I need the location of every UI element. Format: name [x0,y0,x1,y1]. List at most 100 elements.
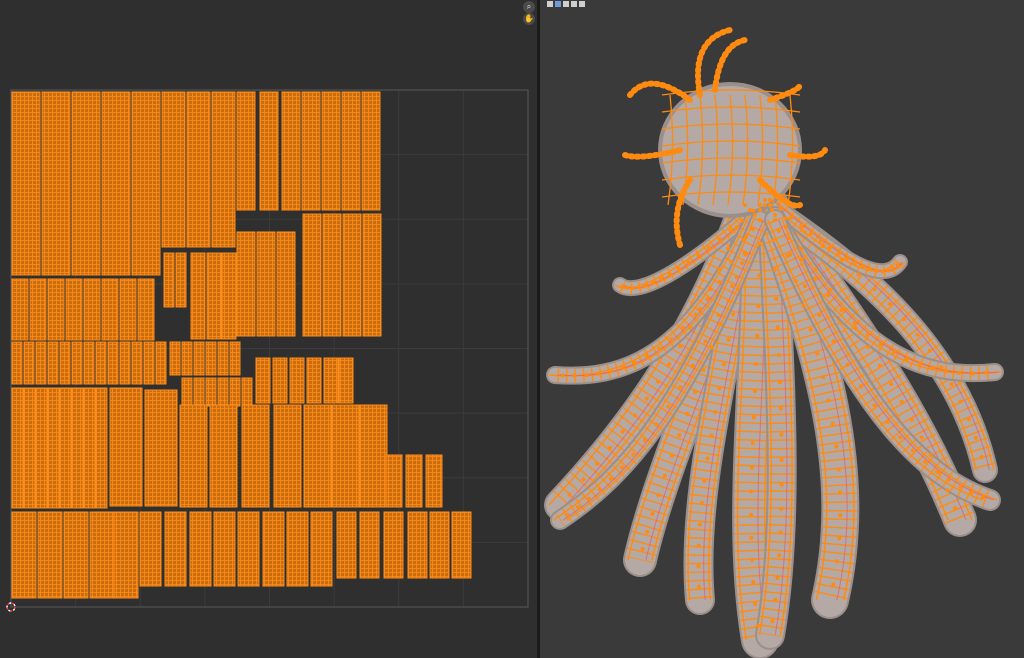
mode-icon[interactable] [547,1,553,7]
uv-island[interactable] [405,454,423,508]
uv-island[interactable] [338,357,354,404]
uv-island[interactable] [272,357,288,404]
uv-island[interactable] [175,252,187,308]
uv-island[interactable] [95,341,107,385]
uv-island[interactable] [217,341,229,376]
uv-island[interactable] [331,404,360,508]
uv-island[interactable] [229,341,241,376]
uv-island[interactable] [71,341,83,385]
uv-island[interactable] [236,231,256,337]
uv-island[interactable] [301,91,321,211]
uv-island[interactable] [23,387,36,509]
uv-island[interactable] [11,278,29,341]
uv-island[interactable] [217,377,229,407]
uv-island[interactable] [89,511,115,599]
uv-island[interactable] [155,341,167,385]
uv-island[interactable] [119,341,131,385]
uv-island[interactable] [190,252,206,340]
uv-island[interactable] [429,511,450,579]
uv-island[interactable] [342,213,362,337]
material-icon[interactable] [563,1,569,7]
uv-island[interactable] [101,278,119,341]
3d-viewport[interactable] [540,0,1024,658]
uv-island[interactable] [361,91,381,211]
uv-island[interactable] [71,91,101,276]
render-icon[interactable] [571,1,577,7]
uv-island[interactable] [241,377,253,407]
uv-island[interactable] [241,404,270,508]
uv-island[interactable] [161,91,186,248]
viewport-canvas[interactable] [540,0,1024,658]
uv-island[interactable] [259,91,279,211]
uv-island[interactable] [189,511,212,587]
uv-island[interactable] [286,511,309,587]
uv-island[interactable] [109,387,143,507]
uv-island[interactable] [206,252,222,340]
uv-island[interactable] [303,404,332,508]
uv-island[interactable] [321,91,341,211]
uv-island[interactable] [47,341,59,385]
uv-island[interactable] [186,91,211,248]
uv-island[interactable] [143,341,155,385]
uv-island[interactable] [193,341,205,376]
uv-island[interactable] [95,387,108,509]
uv-island[interactable] [119,278,137,341]
uv-island[interactable] [262,511,285,587]
uv-island[interactable] [101,91,131,276]
uv-island[interactable] [11,91,41,276]
uv-island[interactable] [179,404,208,508]
uv-island[interactable] [41,91,71,276]
uv-island[interactable] [163,252,175,308]
uv-island[interactable] [113,511,139,599]
uv-island[interactable] [407,511,428,579]
uv-canvas[interactable] [0,0,537,658]
uv-island[interactable] [11,341,23,385]
uv-island[interactable] [11,387,24,509]
hair-mesh[interactable] [544,186,1004,658]
uv-island[interactable] [131,91,161,276]
uv-island[interactable] [209,404,238,508]
uv-island[interactable] [23,341,35,385]
uv-island[interactable] [139,511,162,587]
uv-island[interactable] [273,404,302,508]
uv-island[interactable] [221,252,237,340]
uv-island[interactable] [63,511,89,599]
uv-island[interactable] [83,341,95,385]
uv-island[interactable] [213,511,236,587]
uv-island[interactable] [71,387,84,509]
uv-island[interactable] [59,387,72,509]
uv-island[interactable] [359,404,388,508]
uv-island[interactable] [236,91,256,211]
uv-island[interactable] [193,377,205,407]
uv-island[interactable] [205,377,217,407]
magnifier-icon[interactable]: ⌕ [523,1,535,13]
uv-editor-panel[interactable] [0,0,537,658]
uv-island[interactable] [302,213,322,337]
uv-island[interactable] [35,387,48,509]
uv-island[interactable] [281,91,301,211]
uv-island[interactable] [29,278,47,341]
uv-island[interactable] [341,91,361,211]
uv-island[interactable] [425,454,443,508]
uv-island[interactable] [255,357,271,404]
uv-island[interactable] [83,387,96,509]
uv-island[interactable] [107,341,119,385]
uv-island[interactable] [336,511,357,579]
uv-island[interactable] [451,511,472,579]
uv-island[interactable] [383,511,404,579]
uv-island[interactable] [306,357,322,404]
uv-island[interactable] [59,341,71,385]
uv-island[interactable] [65,278,83,341]
uv-island[interactable] [256,231,276,337]
uv-island[interactable] [359,511,380,579]
uv-island[interactable] [310,511,333,587]
uv-island[interactable] [47,278,65,341]
uv-island[interactable] [181,341,193,376]
uv-island[interactable] [164,511,187,587]
uv-island[interactable] [229,377,241,407]
uv-island[interactable] [137,278,155,341]
uv-island[interactable] [169,341,181,376]
uv-island[interactable] [181,377,193,407]
wireframe-icon[interactable] [579,1,585,7]
uv-island[interactable] [47,387,60,509]
